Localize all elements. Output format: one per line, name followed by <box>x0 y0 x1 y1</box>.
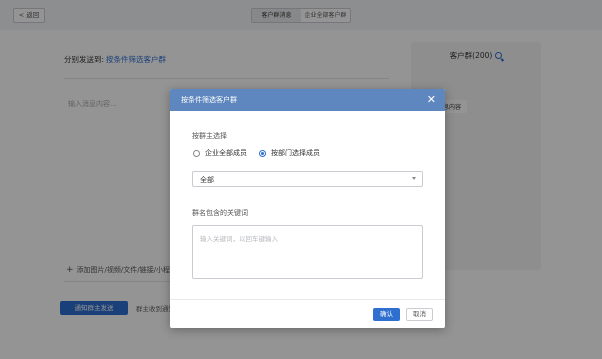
owner-radio-group: 企业全部成员 按部门选择成员 <box>193 148 320 158</box>
chevron-down-icon <box>412 177 416 180</box>
radio-all-members[interactable] <box>193 149 200 157</box>
radio-by-department[interactable] <box>259 149 266 157</box>
keyword-input[interactable]: 输入关键词，以回车键输入 <box>192 225 423 279</box>
divider <box>170 299 445 300</box>
close-icon[interactable]: ✕ <box>427 93 436 106</box>
filter-groups-dialog: 按条件筛选客户群 ✕ 按群主选择 企业全部成员 按部门选择成员 全部 群名包含的… <box>170 89 445 328</box>
keyword-placeholder: 输入关键词，以回车键输入 <box>200 235 278 243</box>
owner-section-label: 按群主选择 <box>192 132 227 140</box>
dialog-header: 按条件筛选客户群 ✕ <box>170 89 445 111</box>
cancel-button[interactable]: 取消 <box>406 308 433 321</box>
keyword-section-label: 群名包含的关键词 <box>192 209 248 217</box>
dialog-title: 按条件筛选客户群 <box>181 96 237 104</box>
confirm-button[interactable]: 确认 <box>373 308 400 321</box>
radio-all-members-label[interactable]: 企业全部成员 <box>205 148 247 158</box>
radio-by-department-label[interactable]: 按部门选择成员 <box>271 148 320 158</box>
department-select-value: 全部 <box>200 176 214 184</box>
department-select[interactable]: 全部 <box>192 171 423 187</box>
